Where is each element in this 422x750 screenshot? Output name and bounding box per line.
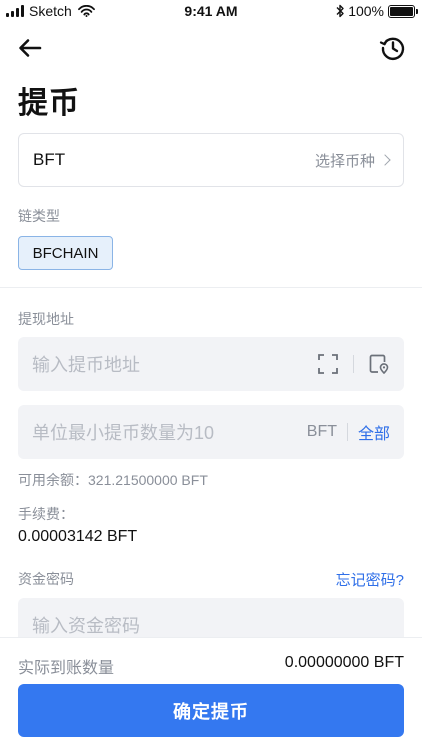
bluetooth-icon <box>336 4 344 18</box>
bottom-bar: 实际到账数量 0.00000000 BFT 确定提币 <box>0 637 422 750</box>
amount-placeholder: 单位最小提币数量为10 <box>32 423 215 443</box>
address-placeholder: 输入提币地址 <box>32 355 140 375</box>
fee-value: 0.00003142 BFT <box>18 528 138 545</box>
withdraw-all-button[interactable]: 全部 <box>358 420 390 444</box>
coin-choose: 选择币种 <box>314 150 391 171</box>
coin-select[interactable]: BFT 选择币种 <box>18 133 404 187</box>
receive-amount-value: 0.00000000 BFT <box>284 654 404 671</box>
status-bar: Sketch 9:41 AM 100% <box>0 0 422 22</box>
address-label: 提现地址 <box>18 311 74 327</box>
battery-fill <box>390 6 413 16</box>
chevron-right-icon <box>379 154 391 166</box>
history-button[interactable] <box>378 33 408 63</box>
back-button[interactable] <box>16 34 44 62</box>
scan-icon <box>318 354 338 374</box>
amount-input[interactable]: 单位最小提币数量为10 BFT 全部 <box>18 405 404 459</box>
section-divider <box>0 287 422 288</box>
chain-chip-bfchain[interactable]: BFCHAIN <box>18 236 113 270</box>
scan-button[interactable] <box>317 353 339 375</box>
battery-percent: 100% <box>348 3 384 19</box>
fund-password-label: 资金密码 <box>18 571 74 587</box>
receive-amount-label: 实际到账数量 <box>18 660 115 677</box>
available-balance: 可用余额：321.21500000 BFT <box>18 472 208 488</box>
coin-value: BFT <box>33 150 66 169</box>
chain-type-label: 链类型 <box>18 208 60 224</box>
fund-password-placeholder: 输入资金密码 <box>32 616 140 636</box>
fee-label: 手续费： <box>18 506 74 522</box>
forgot-password-link[interactable]: 忘记密码? <box>336 569 404 590</box>
page-title: 提币 <box>18 87 80 120</box>
status-right: 100% <box>335 3 418 19</box>
address-book-button[interactable] <box>368 353 390 375</box>
confirm-withdraw-button[interactable]: 确定提币 <box>18 684 404 737</box>
field-separator <box>353 355 354 373</box>
address-book-icon <box>369 354 389 374</box>
field-separator <box>346 423 348 441</box>
battery-icon <box>388 4 418 18</box>
history-icon <box>379 37 405 60</box>
address-input[interactable]: 输入提币地址 <box>18 337 404 391</box>
coin-choose-label: 选择币种 <box>314 152 375 170</box>
amount-unit: BFT <box>306 423 337 440</box>
arrow-left-icon <box>19 39 42 57</box>
